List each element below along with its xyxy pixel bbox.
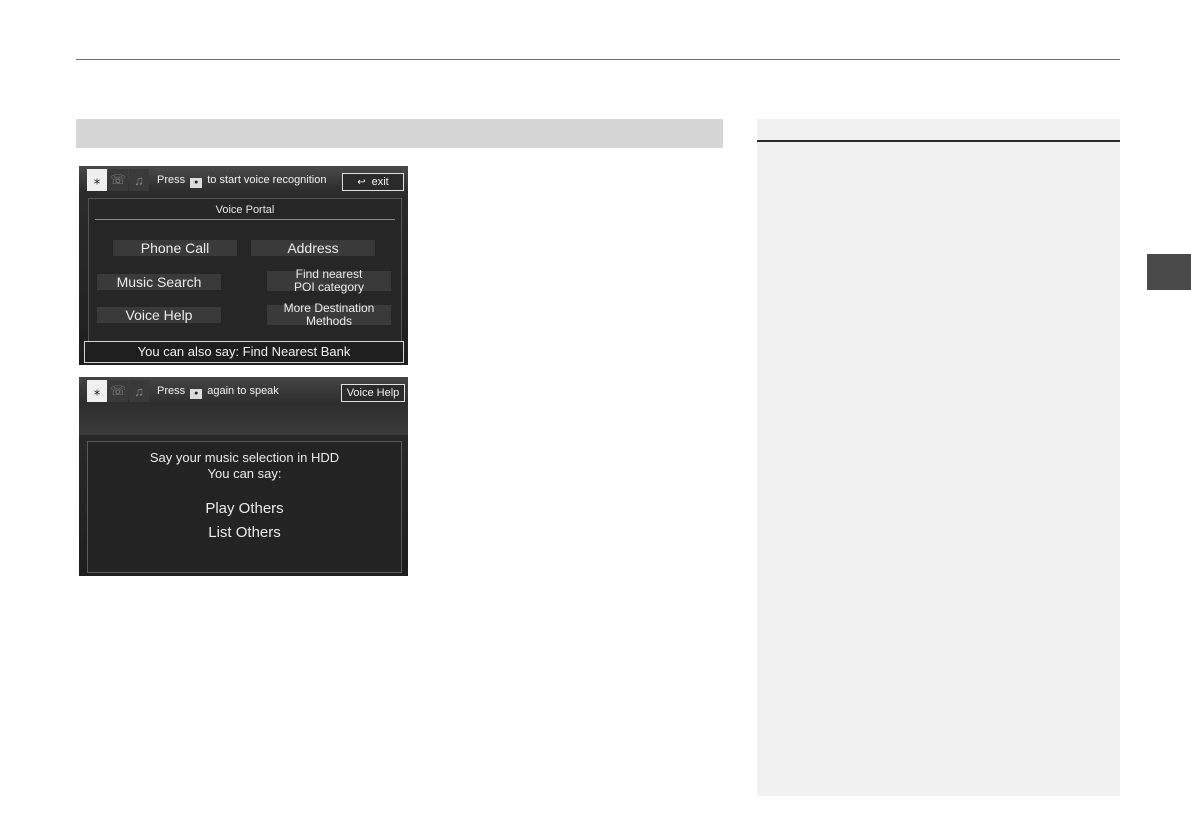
also-say-bar: You can also say: Find Nearest Bank	[84, 341, 404, 363]
section-header-bar	[76, 119, 723, 148]
music-search-button[interactable]: Music Search	[97, 274, 221, 290]
phone-call-label: Phone Call	[140, 239, 210, 256]
mode-icons: ⁎ ☏ ♫	[87, 169, 150, 191]
phone-icon[interactable]: ☏	[108, 380, 128, 402]
music-icon[interactable]: ♫	[129, 380, 149, 402]
phone-call-button[interactable]: Phone Call	[113, 240, 237, 256]
music-icon[interactable]: ♫	[129, 169, 149, 191]
voice-hint: Press ● to start voice recognition	[157, 174, 326, 188]
exit-button[interactable]: ↩ exit	[342, 173, 404, 191]
music-prompt-panel: Say your music selection in HDD You can …	[87, 441, 402, 573]
voice-icon[interactable]: ⁎	[87, 380, 107, 402]
return-icon: ↩	[357, 177, 366, 188]
list-others-command: List Others	[208, 524, 281, 541]
top-rule	[76, 59, 1120, 60]
voice-help-button[interactable]: Voice Help	[341, 384, 405, 402]
mode-icons: ⁎ ☏ ♫	[87, 380, 150, 402]
talk-button-icon: ●	[190, 178, 203, 188]
panel-title: Voice Portal	[215, 204, 275, 216]
side-panel-rule	[757, 140, 1120, 142]
status-bar: ⁎ ☏ ♫ Press ● to start voice recognition…	[79, 166, 408, 192]
you-can-say-line: You can say:	[207, 466, 282, 481]
find-nearest-label-line2: POI category	[293, 280, 365, 294]
more-destination-methods-button[interactable]: More Destination Methods	[267, 302, 391, 328]
status-bar: ⁎ ☏ ♫ Press ● again to speak Voice Help	[79, 377, 408, 435]
phone-icon[interactable]: ☏	[108, 169, 128, 191]
address-label: Address	[287, 239, 339, 256]
voice-hint: Press ● again to speak	[157, 385, 279, 399]
voice-help-label: Voice Help	[125, 306, 193, 323]
more-destination-label-line2: Methods	[305, 314, 353, 328]
voice-portal-panel: Voice Portal Phone Call Address Music Se…	[88, 198, 402, 342]
hint-text-start: Press	[157, 385, 186, 397]
chapter-tab	[1147, 254, 1191, 290]
music-search-screenshot: ⁎ ☏ ♫ Press ● again to speak Voice Help …	[79, 377, 408, 576]
talk-button-icon: ●	[190, 389, 203, 399]
play-others-command: Play Others	[205, 500, 284, 517]
title-divider	[95, 219, 395, 220]
voice-icon[interactable]: ⁎	[87, 169, 107, 191]
voice-portal-screenshot: ⁎ ☏ ♫ Press ● to start voice recognition…	[79, 166, 408, 365]
voice-help-button[interactable]: Voice Help	[97, 307, 221, 323]
exit-label: exit	[371, 176, 389, 188]
hint-text-end: to start voice recognition	[207, 174, 327, 186]
side-panel	[757, 119, 1120, 796]
hint-text-end: again to speak	[207, 385, 279, 397]
address-button[interactable]: Address	[251, 240, 375, 256]
hint-text-start: Press	[157, 174, 186, 186]
music-search-label: Music Search	[116, 273, 202, 290]
find-nearest-poi-button[interactable]: Find nearest POI category	[267, 268, 391, 294]
prompt-line: Say your music selection in HDD	[149, 450, 340, 465]
